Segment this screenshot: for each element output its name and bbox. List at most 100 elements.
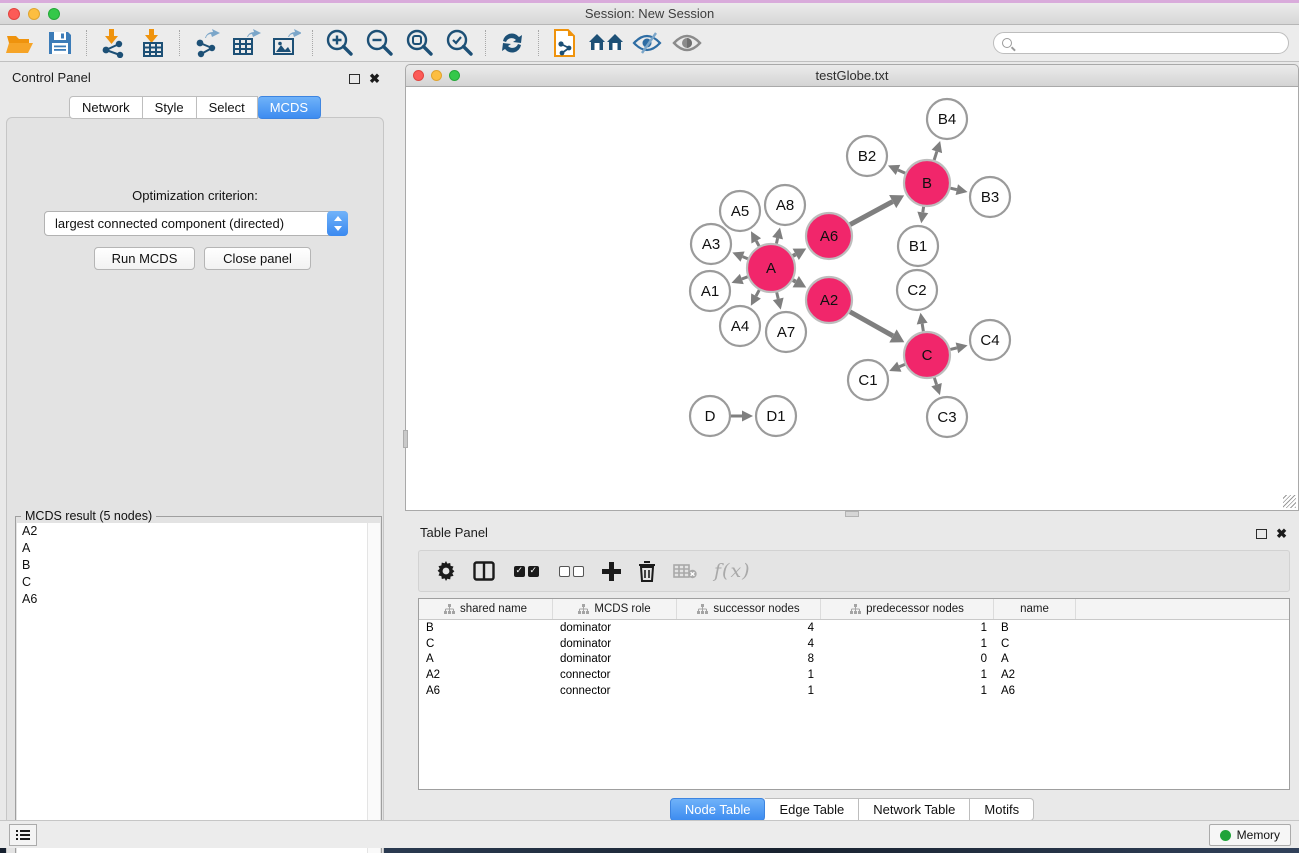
node-table[interactable]: shared nameMCDS rolesuccessor nodesprede… bbox=[418, 598, 1290, 790]
deselect-all-button[interactable] bbox=[557, 566, 585, 577]
home-overview-button[interactable] bbox=[588, 28, 624, 58]
float-table-panel-icon[interactable] bbox=[1256, 529, 1267, 539]
zoom-out-button[interactable] bbox=[362, 28, 396, 58]
graph-edge-C-C4[interactable] bbox=[950, 348, 957, 350]
table-settings-button[interactable] bbox=[436, 561, 456, 581]
export-image-button[interactable] bbox=[269, 28, 303, 58]
export-network-button[interactable] bbox=[189, 28, 223, 58]
graph-edge-A-A1[interactable] bbox=[742, 277, 748, 279]
delete-table-button[interactable] bbox=[673, 563, 697, 579]
table-row[interactable]: Cdominator41C bbox=[419, 636, 1289, 652]
table-cell[interactable]: 1 bbox=[821, 638, 994, 650]
table-cell[interactable]: A2 bbox=[994, 669, 1076, 681]
resize-grip-icon[interactable] bbox=[1283, 495, 1296, 508]
table-cell[interactable]: 4 bbox=[677, 622, 821, 634]
column-header-predecessor-nodes[interactable]: predecessor nodes bbox=[821, 599, 994, 619]
table-cell[interactable]: 1 bbox=[677, 669, 821, 681]
graph-edge-A-A2[interactable] bbox=[793, 280, 796, 282]
table-cell[interactable]: 8 bbox=[677, 653, 821, 665]
close-panel-icon[interactable]: ✖ bbox=[369, 71, 380, 87]
apply-function-button[interactable]: f(x) bbox=[714, 560, 751, 582]
table-row[interactable]: A6connector11A6 bbox=[419, 683, 1289, 699]
table-cell[interactable]: connector bbox=[553, 669, 677, 681]
result-item[interactable]: A6 bbox=[17, 591, 380, 608]
run-mcds-button[interactable]: Run MCDS bbox=[94, 247, 195, 270]
graph-edge-C-C2[interactable] bbox=[922, 324, 923, 332]
graph-edge-C-C3[interactable] bbox=[934, 378, 936, 385]
table-cell[interactable]: dominator bbox=[553, 638, 677, 650]
table-cell[interactable]: dominator bbox=[553, 653, 677, 665]
add-column-button[interactable] bbox=[602, 562, 621, 581]
tab-mcds[interactable]: MCDS bbox=[258, 96, 321, 119]
hide-selected-button[interactable] bbox=[630, 28, 664, 58]
table-cell[interactable]: A bbox=[994, 653, 1076, 665]
save-session-button[interactable] bbox=[43, 28, 77, 58]
graph-edge-B-B4[interactable] bbox=[934, 151, 937, 160]
refresh-view-button[interactable] bbox=[495, 28, 529, 58]
memory-button[interactable]: Memory bbox=[1209, 824, 1291, 846]
tab-motifs[interactable]: Motifs bbox=[970, 798, 1034, 821]
open-session-button[interactable] bbox=[3, 28, 37, 58]
graph-edge-A-A5[interactable] bbox=[756, 241, 759, 246]
select-all-button[interactable] bbox=[512, 566, 540, 577]
fit-content-button[interactable] bbox=[402, 28, 436, 58]
task-history-button[interactable] bbox=[9, 824, 37, 846]
graph-edge-C-C1[interactable] bbox=[899, 364, 905, 366]
column-header-MCDS-role[interactable]: MCDS role bbox=[553, 599, 677, 619]
import-network-button[interactable] bbox=[96, 28, 130, 58]
network-file-button[interactable] bbox=[548, 28, 582, 58]
graph-edge-B-B2[interactable] bbox=[898, 170, 905, 173]
table-cell[interactable]: 1 bbox=[821, 622, 994, 634]
table-cell[interactable]: A bbox=[419, 653, 553, 665]
search-input[interactable] bbox=[1012, 36, 1288, 50]
zoom-in-button[interactable] bbox=[322, 28, 356, 58]
tab-style[interactable]: Style bbox=[143, 96, 197, 119]
left-splitter-handle[interactable] bbox=[403, 430, 408, 448]
result-item[interactable]: A2 bbox=[17, 523, 380, 540]
delete-column-button[interactable] bbox=[638, 561, 656, 582]
network-canvas[interactable]: B4B2BB3A8A5A6A3B1AC2A1A2A4A7C4CC1C3DD1 bbox=[405, 87, 1299, 511]
table-row[interactable]: Bdominator41B bbox=[419, 620, 1289, 636]
table-cell[interactable]: A2 bbox=[419, 669, 553, 681]
graph-edge-A-A6[interactable] bbox=[793, 254, 796, 256]
export-table-button[interactable] bbox=[229, 28, 263, 58]
table-cell[interactable]: C bbox=[419, 638, 553, 650]
table-cell[interactable]: C bbox=[994, 638, 1076, 650]
graph-edge-A-A3[interactable] bbox=[743, 257, 748, 259]
float-panel-icon[interactable] bbox=[349, 74, 360, 84]
column-header-shared-name[interactable]: shared name bbox=[419, 599, 553, 619]
graph-edge-A-A8[interactable] bbox=[776, 238, 777, 243]
table-cell[interactable]: 1 bbox=[821, 669, 994, 681]
tab-select[interactable]: Select bbox=[197, 96, 258, 119]
graph-edge-B-B3[interactable] bbox=[950, 188, 956, 189]
tab-node-table[interactable]: Node Table bbox=[670, 798, 766, 821]
close-table-panel-icon[interactable]: ✖ bbox=[1276, 526, 1287, 542]
graph-edge-A6-B[interactable] bbox=[850, 202, 893, 225]
mcds-result-list[interactable]: A2ABCA6 bbox=[17, 523, 380, 853]
zoom-selected-button[interactable] bbox=[442, 28, 476, 58]
network-graph[interactable]: B4B2BB3A8A5A6A3B1AC2A1A2A4A7C4CC1C3DD1 bbox=[407, 87, 1297, 508]
table-cell[interactable]: connector bbox=[553, 685, 677, 697]
table-row[interactable]: Adominator80A bbox=[419, 652, 1289, 668]
table-cell[interactable]: 0 bbox=[821, 653, 994, 665]
table-cell[interactable]: 4 bbox=[677, 638, 821, 650]
result-item[interactable]: B bbox=[17, 557, 380, 574]
tab-network[interactable]: Network bbox=[69, 96, 143, 119]
table-cell[interactable]: A6 bbox=[419, 685, 553, 697]
table-row[interactable]: A2connector11A2 bbox=[419, 667, 1289, 683]
graph-edge-B-B1[interactable] bbox=[923, 207, 924, 213]
table-cell[interactable]: 1 bbox=[677, 685, 821, 697]
tab-edge-table[interactable]: Edge Table bbox=[765, 798, 859, 821]
criterion-select[interactable]: largest connected component (directed) bbox=[44, 211, 348, 236]
split-view-button[interactable] bbox=[473, 561, 495, 581]
graph-edge-A-A7[interactable] bbox=[777, 292, 779, 299]
column-header-successor-nodes[interactable]: successor nodes bbox=[677, 599, 821, 619]
table-cell[interactable]: A6 bbox=[994, 685, 1076, 697]
bottom-splitter-handle[interactable] bbox=[845, 511, 859, 517]
table-cell[interactable]: 1 bbox=[821, 685, 994, 697]
column-header-name[interactable]: name bbox=[994, 599, 1076, 619]
import-table-button[interactable] bbox=[136, 28, 170, 58]
table-cell[interactable]: dominator bbox=[553, 622, 677, 634]
tab-network-table[interactable]: Network Table bbox=[859, 798, 970, 821]
show-hidden-button[interactable] bbox=[670, 28, 704, 58]
